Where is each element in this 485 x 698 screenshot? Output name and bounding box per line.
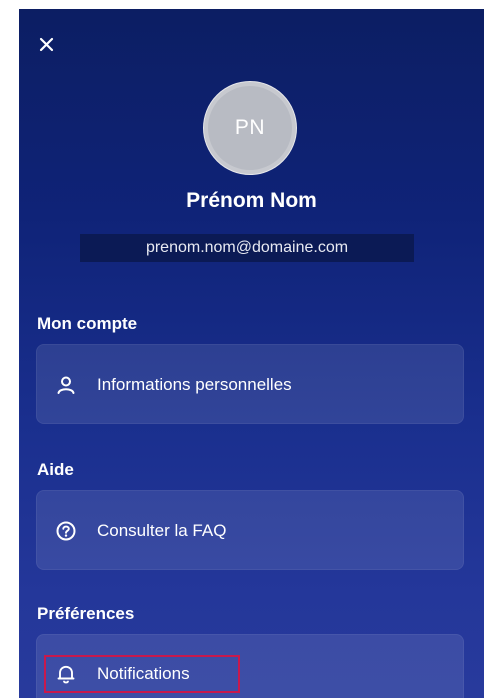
faq-label: Consulter la FAQ [97,521,227,540]
avatar-initials: PN [208,86,292,170]
user-icon [55,374,77,396]
personal-info-item[interactable]: Informations personnelles [36,344,464,424]
section-title-account: Mon compte [37,314,138,333]
close-icon [39,37,54,52]
help-circle-icon [55,520,77,542]
user-name: Prénom Nom [186,189,317,212]
notifications-label: Notifications [97,664,190,683]
notifications-item[interactable]: Notifications [36,634,464,698]
user-email: prenom.nom@domaine.com [80,234,414,262]
profile-menu-panel: PN Prénom Nom prenom.nom@domaine.com Mon… [19,9,484,698]
personal-info-label: Informations personnelles [97,375,292,394]
close-button[interactable] [37,35,59,57]
bell-icon [55,663,77,685]
faq-item[interactable]: Consulter la FAQ [36,490,464,570]
avatar: PN [203,81,297,175]
section-title-preferences: Préférences [37,604,135,623]
section-title-help: Aide [37,460,74,479]
